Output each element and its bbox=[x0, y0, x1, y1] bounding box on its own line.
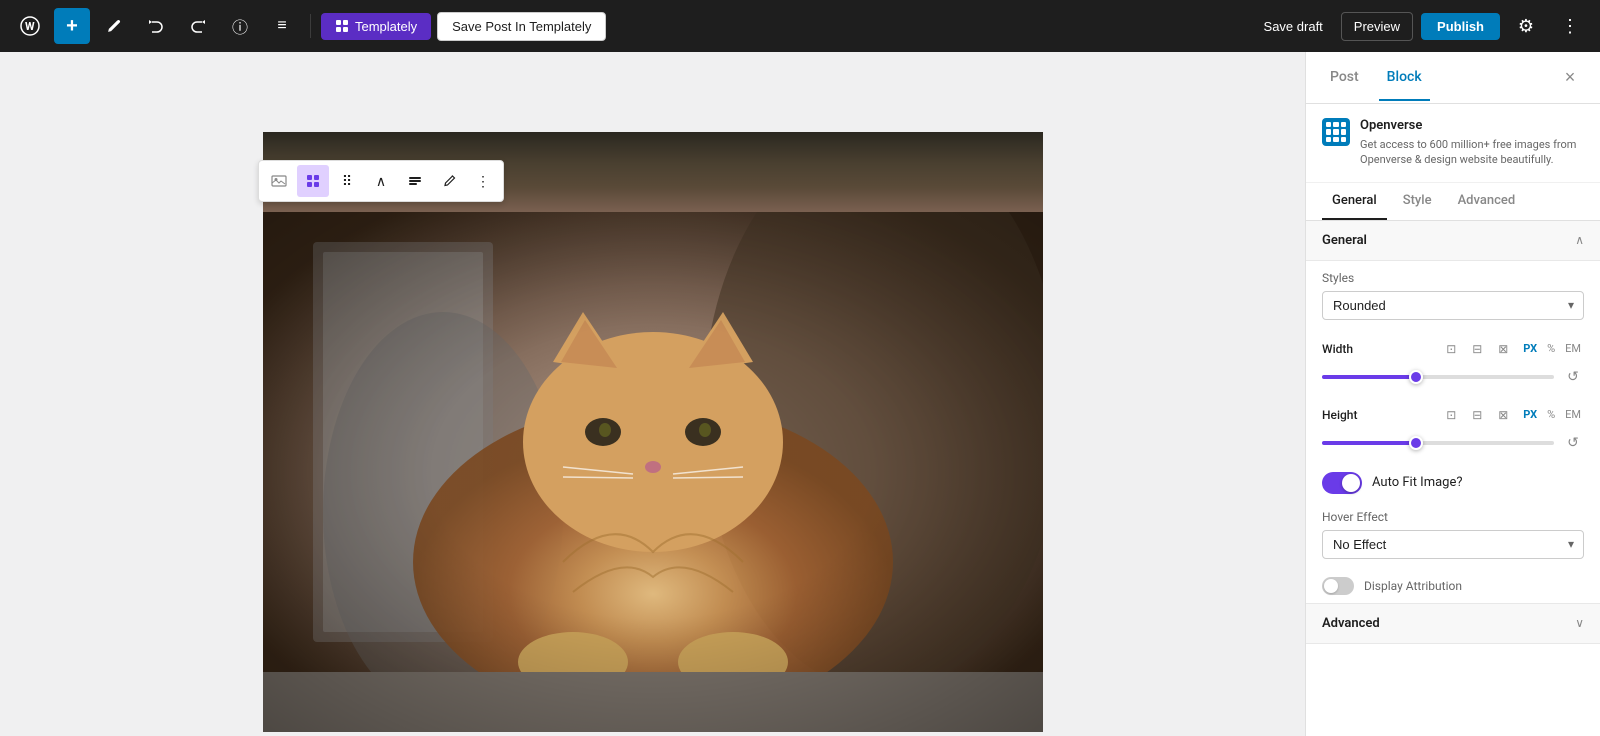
general-tab[interactable]: General bbox=[1322, 183, 1387, 220]
advanced-chevron-icon: ∨ bbox=[1575, 616, 1584, 630]
height-reset-button[interactable]: ↺ bbox=[1562, 432, 1584, 454]
undo-button[interactable] bbox=[138, 8, 174, 44]
styles-row: Styles Rounded Square Circle bbox=[1306, 261, 1600, 330]
attribution-toggle[interactable] bbox=[1322, 577, 1354, 595]
width-row: Width ⊡ ⊟ ⊠ PX % EM ↺ bbox=[1306, 330, 1600, 396]
save-draft-button[interactable]: Save draft bbox=[1254, 13, 1333, 40]
width-unit-percent[interactable]: % bbox=[1544, 341, 1558, 356]
more-block-options-button[interactable]: ⋮ bbox=[467, 165, 499, 197]
styles-select-wrapper: Rounded Square Circle bbox=[1322, 291, 1584, 320]
edit-button[interactable] bbox=[96, 8, 132, 44]
block-tab[interactable]: Block bbox=[1379, 55, 1430, 101]
publish-button[interactable]: Publish bbox=[1421, 13, 1500, 40]
more-options-button[interactable]: ⋮ bbox=[1552, 8, 1588, 44]
height-icon-3[interactable]: ⊠ bbox=[1492, 404, 1514, 426]
width-icon-2[interactable]: ⊟ bbox=[1466, 338, 1488, 360]
sidebar-close-button[interactable]: × bbox=[1556, 64, 1584, 92]
height-slider[interactable] bbox=[1322, 441, 1554, 445]
redo-button[interactable] bbox=[180, 8, 216, 44]
height-icon-1[interactable]: ⊡ bbox=[1440, 404, 1462, 426]
height-slider-row: ↺ bbox=[1322, 432, 1584, 454]
block-toolbar: ⠿ ∧ ⋮ bbox=[258, 160, 504, 202]
hover-effect-row: Hover Effect No Effect Fade Zoom Blur bbox=[1306, 504, 1600, 569]
attribution-row: Display Attribution bbox=[1306, 569, 1600, 603]
hover-effect-select[interactable]: No Effect Fade Zoom Blur bbox=[1322, 530, 1584, 559]
hover-effect-select-wrapper: No Effect Fade Zoom Blur bbox=[1322, 530, 1584, 559]
image-container bbox=[263, 132, 1043, 732]
sidebar-header: Post Block × bbox=[1306, 52, 1600, 104]
height-header: Height ⊡ ⊟ ⊠ PX % EM bbox=[1322, 404, 1584, 426]
height-unit-px[interactable]: PX bbox=[1520, 407, 1540, 422]
general-chevron-icon: ∧ bbox=[1575, 233, 1584, 247]
auto-fit-toggle[interactable] bbox=[1322, 472, 1362, 494]
editor-area: ⠿ ∧ ⋮ bbox=[0, 52, 1305, 736]
sidebar: Post Block × bbox=[1305, 52, 1600, 736]
svg-text:W: W bbox=[25, 20, 35, 33]
width-header: Width ⊡ ⊟ ⊠ PX % EM bbox=[1322, 338, 1584, 360]
cat-image[interactable] bbox=[263, 212, 1043, 732]
advanced-section: Advanced ∨ bbox=[1306, 603, 1600, 644]
advanced-section-header[interactable]: Advanced ∨ bbox=[1306, 604, 1600, 644]
width-reset-button[interactable]: ↺ bbox=[1562, 366, 1584, 388]
width-icon-1[interactable]: ⊡ bbox=[1440, 338, 1462, 360]
grid-view-button[interactable] bbox=[297, 165, 329, 197]
height-icon-2[interactable]: ⊟ bbox=[1466, 404, 1488, 426]
style-tab[interactable]: Style bbox=[1393, 183, 1442, 220]
main-area: ⠿ ∧ ⋮ bbox=[0, 52, 1600, 736]
templately-button[interactable]: Templately bbox=[321, 13, 431, 40]
image-block-button[interactable] bbox=[263, 165, 295, 197]
width-unit-em[interactable]: EM bbox=[1562, 341, 1584, 356]
list-view-button[interactable]: ≡ bbox=[264, 8, 300, 44]
width-icon-3[interactable]: ⊠ bbox=[1492, 338, 1514, 360]
add-block-button[interactable]: + bbox=[54, 8, 90, 44]
width-icons: ⊡ ⊟ ⊠ bbox=[1440, 338, 1514, 360]
general-section-header[interactable]: General ∧ bbox=[1306, 221, 1600, 261]
width-unit-px[interactable]: PX bbox=[1520, 341, 1540, 356]
settings-button[interactable]: ⚙ bbox=[1508, 8, 1544, 44]
post-tab[interactable]: Post bbox=[1322, 55, 1367, 101]
save-templately-button[interactable]: Save Post In Templately bbox=[437, 12, 606, 41]
align-button[interactable] bbox=[399, 165, 431, 197]
toolbar-right: Save draft Preview Publish ⚙ ⋮ bbox=[1254, 8, 1588, 44]
toolbar-divider bbox=[310, 14, 311, 38]
dots-button[interactable]: ⠿ bbox=[331, 165, 363, 197]
height-unit-percent[interactable]: % bbox=[1544, 407, 1558, 422]
openverse-icon bbox=[1322, 118, 1350, 146]
styles-select[interactable]: Rounded Square Circle bbox=[1322, 291, 1584, 320]
openverse-text: Openverse Get access to 600 million+ fre… bbox=[1360, 118, 1584, 168]
width-slider[interactable] bbox=[1322, 375, 1554, 379]
info-button[interactable]: ⓘ bbox=[222, 8, 258, 44]
width-units: PX % EM bbox=[1520, 341, 1584, 356]
height-unit-em[interactable]: EM bbox=[1562, 407, 1584, 422]
height-units: PX % EM bbox=[1520, 407, 1584, 422]
top-toolbar: W + ⓘ ≡ Templately Save Post In Template… bbox=[0, 0, 1600, 52]
block-settings-tabs: General Style Advanced bbox=[1306, 183, 1600, 221]
auto-fit-row: Auto Fit Image? bbox=[1306, 462, 1600, 504]
preview-button[interactable]: Preview bbox=[1341, 12, 1413, 41]
width-slider-row: ↺ bbox=[1322, 366, 1584, 388]
height-icons: ⊡ ⊟ ⊠ bbox=[1440, 404, 1514, 426]
height-row: Height ⊡ ⊟ ⊠ PX % EM ↺ bbox=[1306, 396, 1600, 462]
pencil-button[interactable] bbox=[433, 165, 465, 197]
openverse-promo: Openverse Get access to 600 million+ fre… bbox=[1306, 104, 1600, 183]
wp-logo[interactable]: W bbox=[12, 8, 48, 44]
sidebar-content: Openverse Get access to 600 million+ fre… bbox=[1306, 104, 1600, 736]
move-up-button[interactable]: ∧ bbox=[365, 165, 397, 197]
advanced-tab-top[interactable]: Advanced bbox=[1448, 183, 1526, 220]
